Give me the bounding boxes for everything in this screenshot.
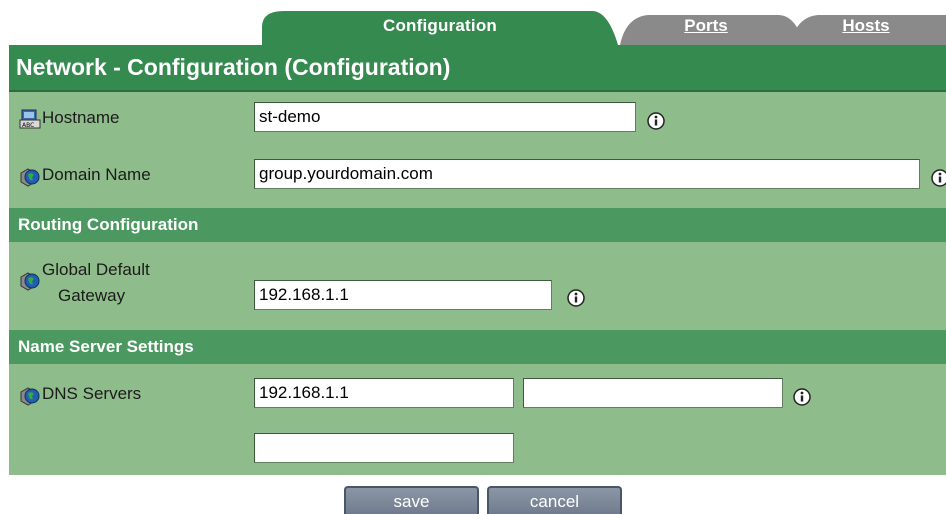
globe-cube-icon [20,168,40,187]
domain-name-input[interactable]: group.yourdomain.com [254,159,920,189]
hostname-info-icon[interactable] [647,112,665,130]
cancel-button[interactable]: cancel [487,486,622,514]
dns-server-1-input[interactable]: 192.168.1.1 [254,378,514,408]
dns-server-2-input[interactable] [523,378,783,408]
hostname-input[interactable]: st-demo [254,102,636,132]
tab-hosts[interactable]: Hosts [790,11,946,45]
gateway-label-line2: Gateway [58,286,126,305]
dns-server-3-input[interactable] [254,433,514,463]
svg-text:ABC: ABC [22,122,34,129]
gateway-input[interactable]: 192.168.1.1 [254,280,552,310]
tab-configuration-label: Configuration [382,16,498,35]
globe-cube-icon [20,272,40,291]
globe-cube-icon [20,387,40,406]
name-server-section-header: Name Server Settings [9,330,946,364]
save-button[interactable]: save [344,486,479,514]
gateway-info-icon[interactable] [567,289,585,307]
dns-info-icon[interactable] [793,388,811,406]
domain-name-info-icon[interactable] [931,169,946,187]
dns-servers-label: DNS Servers [42,384,142,403]
page-title: Network - Configuration (Configuration) [9,45,946,90]
domain-name-label: Domain Name [42,165,151,184]
gateway-label-line1: Global Default [42,260,150,279]
computer-abc-icon: ABC [19,109,41,129]
hostname-label: Hostname [42,108,120,127]
tab-ports-label[interactable]: Ports [608,16,804,36]
tab-configuration[interactable]: Configuration [262,11,618,45]
routing-section-header: Routing Configuration [9,208,946,242]
network-configuration-page: Configuration Ports Hosts Network - Conf… [0,0,946,514]
tab-ports[interactable]: Ports [608,11,804,45]
tab-hosts-label[interactable]: Hosts [782,16,946,36]
